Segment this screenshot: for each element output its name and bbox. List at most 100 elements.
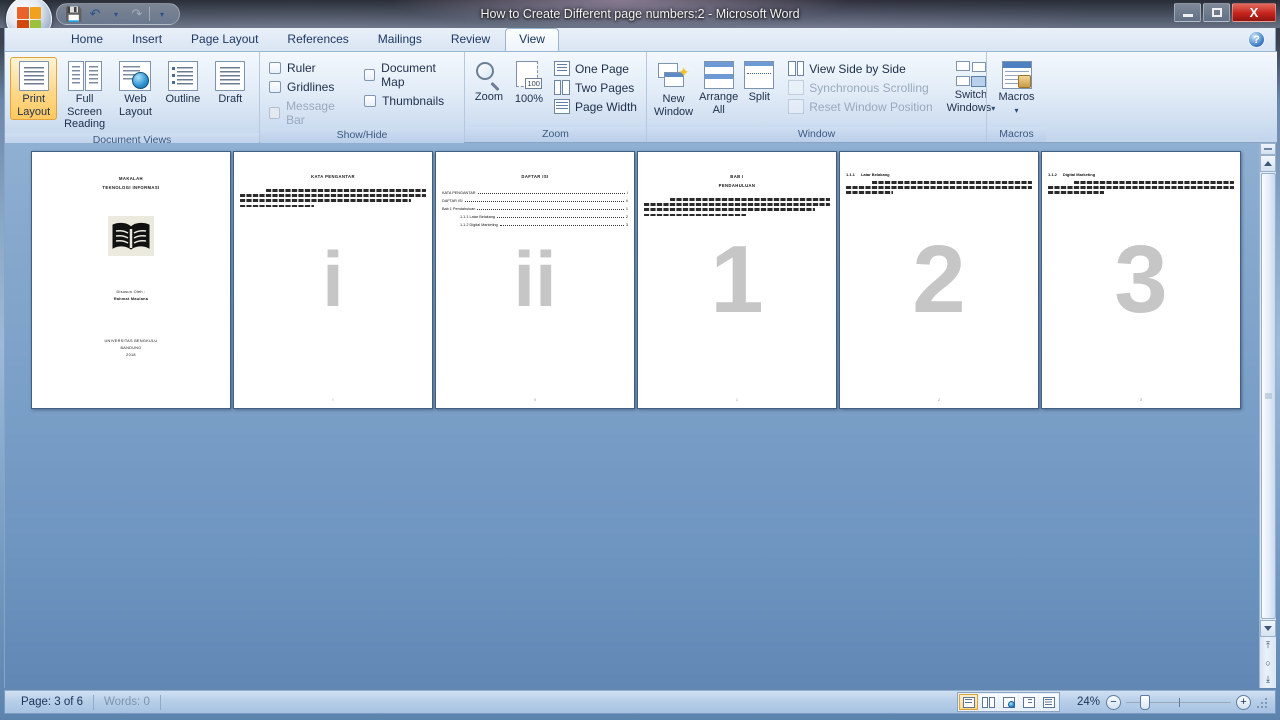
scroll-up-button[interactable] (1260, 155, 1276, 172)
zoom-dialog-button[interactable]: Zoom (470, 57, 508, 106)
toc-entry-page: 3 (625, 223, 628, 227)
thumbnails-checkbox-row[interactable]: Thumbnails (360, 93, 459, 109)
help-icon[interactable]: ? (1248, 31, 1265, 48)
ribbon-group-window: ✦ New Window Arrange All Split View Side… (646, 52, 995, 142)
next-page-button[interactable]: ⤓ (1260, 671, 1276, 688)
cover-author-label: Disusun Oleh : (116, 290, 146, 294)
cover-title-line1: MAKALAH (119, 176, 143, 181)
scroll-down-button[interactable] (1260, 620, 1276, 637)
draft-view-button[interactable]: Draft (207, 57, 254, 108)
full-screen-reading-view-icon (982, 696, 995, 708)
print-layout-icon (18, 61, 49, 91)
full-screen-reading-button[interactable]: Full Screen Reading (57, 57, 111, 133)
minimize-button[interactable] (1174, 3, 1201, 22)
document-views-buttons: Print Layout Full Screen Reading Web Lay… (10, 55, 254, 133)
toc-entry[interactable]: DAFTAR ISI ii (442, 199, 628, 203)
web-layout-view-button[interactable] (999, 694, 1018, 710)
save-icon[interactable]: 💾 (65, 5, 83, 23)
document-page-1[interactable]: MAKALAH TEKNOLOGI INFORMASI Disusun Oleh… (31, 151, 231, 409)
outline-view-button[interactable]: Outline (159, 57, 206, 108)
zoom-slider[interactable] (1126, 694, 1231, 710)
tab-references[interactable]: References (273, 28, 362, 52)
zoom-out-button[interactable]: − (1106, 694, 1121, 710)
maximize-button[interactable] (1203, 3, 1230, 22)
page-5-heading: Latar Belakang (860, 172, 890, 177)
redo-icon[interactable]: ↷ (128, 5, 146, 23)
page-5-heading-number: 1.1.1 (846, 172, 855, 177)
page-5-watermark: 2 (912, 225, 966, 333)
window-title: How to Create Different page numbers:2 -… (480, 7, 800, 21)
word-count-indicator[interactable]: Words: 0 (94, 694, 160, 710)
document-page-4[interactable]: BAB I PENDAHULUAN 1 1 (637, 151, 837, 409)
vertical-scrollbar[interactable]: ⤒ ○ ⤓ (1259, 143, 1276, 688)
print-layout-view-button[interactable] (959, 694, 978, 710)
document-map-checkbox[interactable] (364, 69, 376, 81)
gridlines-checkbox[interactable] (269, 81, 281, 93)
toc-entry[interactable]: KATA PENGANTAR i (442, 191, 628, 195)
page-4-paragraph (644, 198, 830, 217)
web-layout-label-line1: Web (124, 93, 147, 105)
web-layout-view-icon (1002, 696, 1015, 708)
document-map-checkbox-row[interactable]: Document Map (360, 60, 459, 90)
page-indicator[interactable]: Page: 3 of 6 (11, 694, 93, 710)
document-workspace[interactable]: MAKALAH TEKNOLOGI INFORMASI Disusun Oleh… (4, 143, 1276, 688)
print-layout-button[interactable]: Print Layout (10, 57, 58, 120)
maximize-icon (1211, 8, 1222, 17)
undo-dropdown-icon[interactable]: ▾ (107, 5, 125, 23)
zoom-commands: One Page Two Pages Page Width (550, 57, 641, 115)
arrange-all-button[interactable]: Arrange All (697, 57, 740, 118)
tab-insert[interactable]: Insert (118, 28, 176, 52)
two-pages-button[interactable]: Two Pages (550, 79, 641, 96)
toc-entry[interactable]: 1.1.2 Digital Marketing 3 (442, 223, 628, 227)
web-layout-button[interactable]: Web Layout (112, 57, 159, 120)
tab-review[interactable]: Review (437, 28, 504, 52)
zoom-percentage[interactable]: 24% (1066, 696, 1100, 708)
document-page-3[interactable]: DAFTAR ISI KATA PENGANTAR i DAFTAR ISI i… (435, 151, 635, 409)
view-side-by-side-button[interactable]: View Side by Side (784, 60, 936, 77)
thumbnails-checkbox[interactable] (364, 95, 377, 107)
page-width-button[interactable]: Page Width (550, 98, 641, 115)
resize-grip-icon[interactable] (1257, 696, 1269, 708)
new-window-label-line1: New (662, 93, 685, 105)
ribbon-group-document-views: Print Layout Full Screen Reading Web Lay… (5, 52, 259, 148)
minimize-icon (1182, 13, 1193, 17)
ruler-checkbox-row[interactable]: Ruler (265, 60, 354, 76)
tab-mailings[interactable]: Mailings (364, 28, 436, 52)
document-page-5[interactable]: 1.1.1 Latar Belakang 2 2 (839, 151, 1039, 409)
tab-page-layout[interactable]: Page Layout (177, 28, 272, 52)
message-bar-checkbox-row: Message Bar (265, 98, 354, 128)
tab-home[interactable]: Home (57, 28, 117, 52)
select-browse-object-button[interactable]: ○ (1260, 654, 1276, 671)
outline-view-button[interactable] (1019, 694, 1038, 710)
gridlines-checkbox-row[interactable]: Gridlines (265, 79, 354, 95)
view-side-by-side-icon (788, 61, 804, 76)
word-application-window: How to Create Different page numbers:2 -… (0, 0, 1280, 720)
zoom-in-button[interactable]: + (1236, 694, 1251, 710)
zoom-100-button[interactable]: 100 100% (510, 57, 548, 108)
new-window-label-line2: Window (654, 105, 694, 118)
toc-entry[interactable]: 1.1.1 Latar Belakang 2 (442, 215, 628, 219)
customize-qat-icon[interactable]: ▾ (153, 5, 171, 23)
split-button[interactable]: Split (742, 57, 776, 106)
macros-button[interactable]: Macros ▾ (992, 57, 1041, 119)
outline-label: Outline (165, 93, 201, 105)
close-button[interactable]: X (1232, 3, 1276, 22)
draft-view-button[interactable] (1039, 694, 1058, 710)
document-page-6[interactable]: 1.1.2 Digital Marketing 3 3 (1041, 151, 1241, 409)
zoom-slider-handle[interactable] (1140, 694, 1150, 710)
ruler-checkbox[interactable] (269, 62, 281, 74)
tab-view[interactable]: View (505, 28, 559, 52)
scrollbar-thumb[interactable] (1260, 173, 1276, 619)
two-pages-icon (554, 80, 570, 95)
new-window-button[interactable]: ✦ New Window (652, 57, 695, 120)
page-6-heading: Digital Marketing (1062, 172, 1096, 177)
full-screen-reading-view-button[interactable] (979, 694, 998, 710)
one-page-button[interactable]: One Page (550, 60, 641, 77)
previous-page-button[interactable]: ⤒ (1260, 637, 1276, 654)
toc-entry[interactable]: Bab 1 Pendahuluan 1 (442, 207, 628, 211)
cover-author-name: Rahmat Maulana (113, 297, 149, 301)
page-3-footer: ii (534, 397, 536, 402)
split-handle[interactable] (1260, 143, 1276, 155)
undo-icon[interactable]: ↶ (86, 5, 104, 23)
document-page-2[interactable]: KATA PENGANTAR i i (233, 151, 433, 409)
